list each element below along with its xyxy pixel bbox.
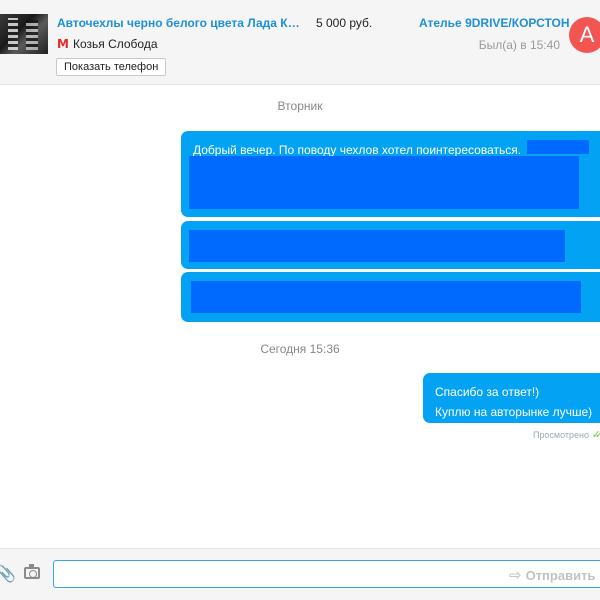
seller-last-seen: Был(а) в 15:40 <box>478 38 560 52</box>
redacted-block <box>527 140 589 154</box>
message-line: Куплю на авторынке лучше) <box>435 405 593 419</box>
paperclip-icon[interactable]: 📎 <box>0 564 16 583</box>
message-bubble-outgoing <box>181 221 600 269</box>
double-check-icon: ✓✓ <box>591 428 600 441</box>
listing-price: 5 000 руб. <box>316 16 373 30</box>
message-bubble-outgoing: Спасибо за ответ!) Куплю на авторынке лу… <box>423 373 600 423</box>
chat-page: Авточехлы черно белого цвета Лада Кал… 5… <box>0 0 600 600</box>
message-line: Спасибо за ответ!) <box>435 385 540 399</box>
send-button[interactable]: ⇨ Отправить <box>509 566 595 584</box>
listing-title-link[interactable]: Авточехлы черно белого цвета Лада Кал… <box>57 16 302 30</box>
read-receipt: Просмотрено ✓✓ <box>532 428 600 441</box>
redacted-block <box>189 230 565 262</box>
metro-station: М Козья Слобода <box>57 37 158 51</box>
message-text: Спасибо за ответ!) Куплю на авторынке лу… <box>435 382 592 422</box>
read-status-label: Просмотрено <box>532 430 590 440</box>
show-phone-button[interactable]: Показать телефон <box>56 58 167 76</box>
day-separator: Вторник <box>277 99 323 113</box>
send-icon: ⇨ <box>509 566 522 584</box>
listing-header: Авточехлы черно белого цвета Лада Кал… 5… <box>0 0 600 85</box>
metro-m-icon: М <box>57 37 69 51</box>
redacted-block <box>191 281 581 313</box>
day-separator: Сегодня 15:36 <box>260 342 340 356</box>
message-bubble-outgoing <box>181 272 600 322</box>
listing-thumbnail[interactable] <box>0 14 48 54</box>
message-bubble-outgoing: Добрый вечер. По поводу чехлов хотел пои… <box>181 131 600 217</box>
metro-station-name: Козья Слобода <box>72 37 158 51</box>
camera-icon[interactable] <box>24 564 40 579</box>
send-label: Отправить <box>525 567 596 583</box>
seller-name-link[interactable]: Ателье 9DRIVE/КОРСТОН <box>419 16 570 30</box>
seller-avatar[interactable]: А <box>569 17 600 53</box>
redacted-block <box>189 156 579 209</box>
